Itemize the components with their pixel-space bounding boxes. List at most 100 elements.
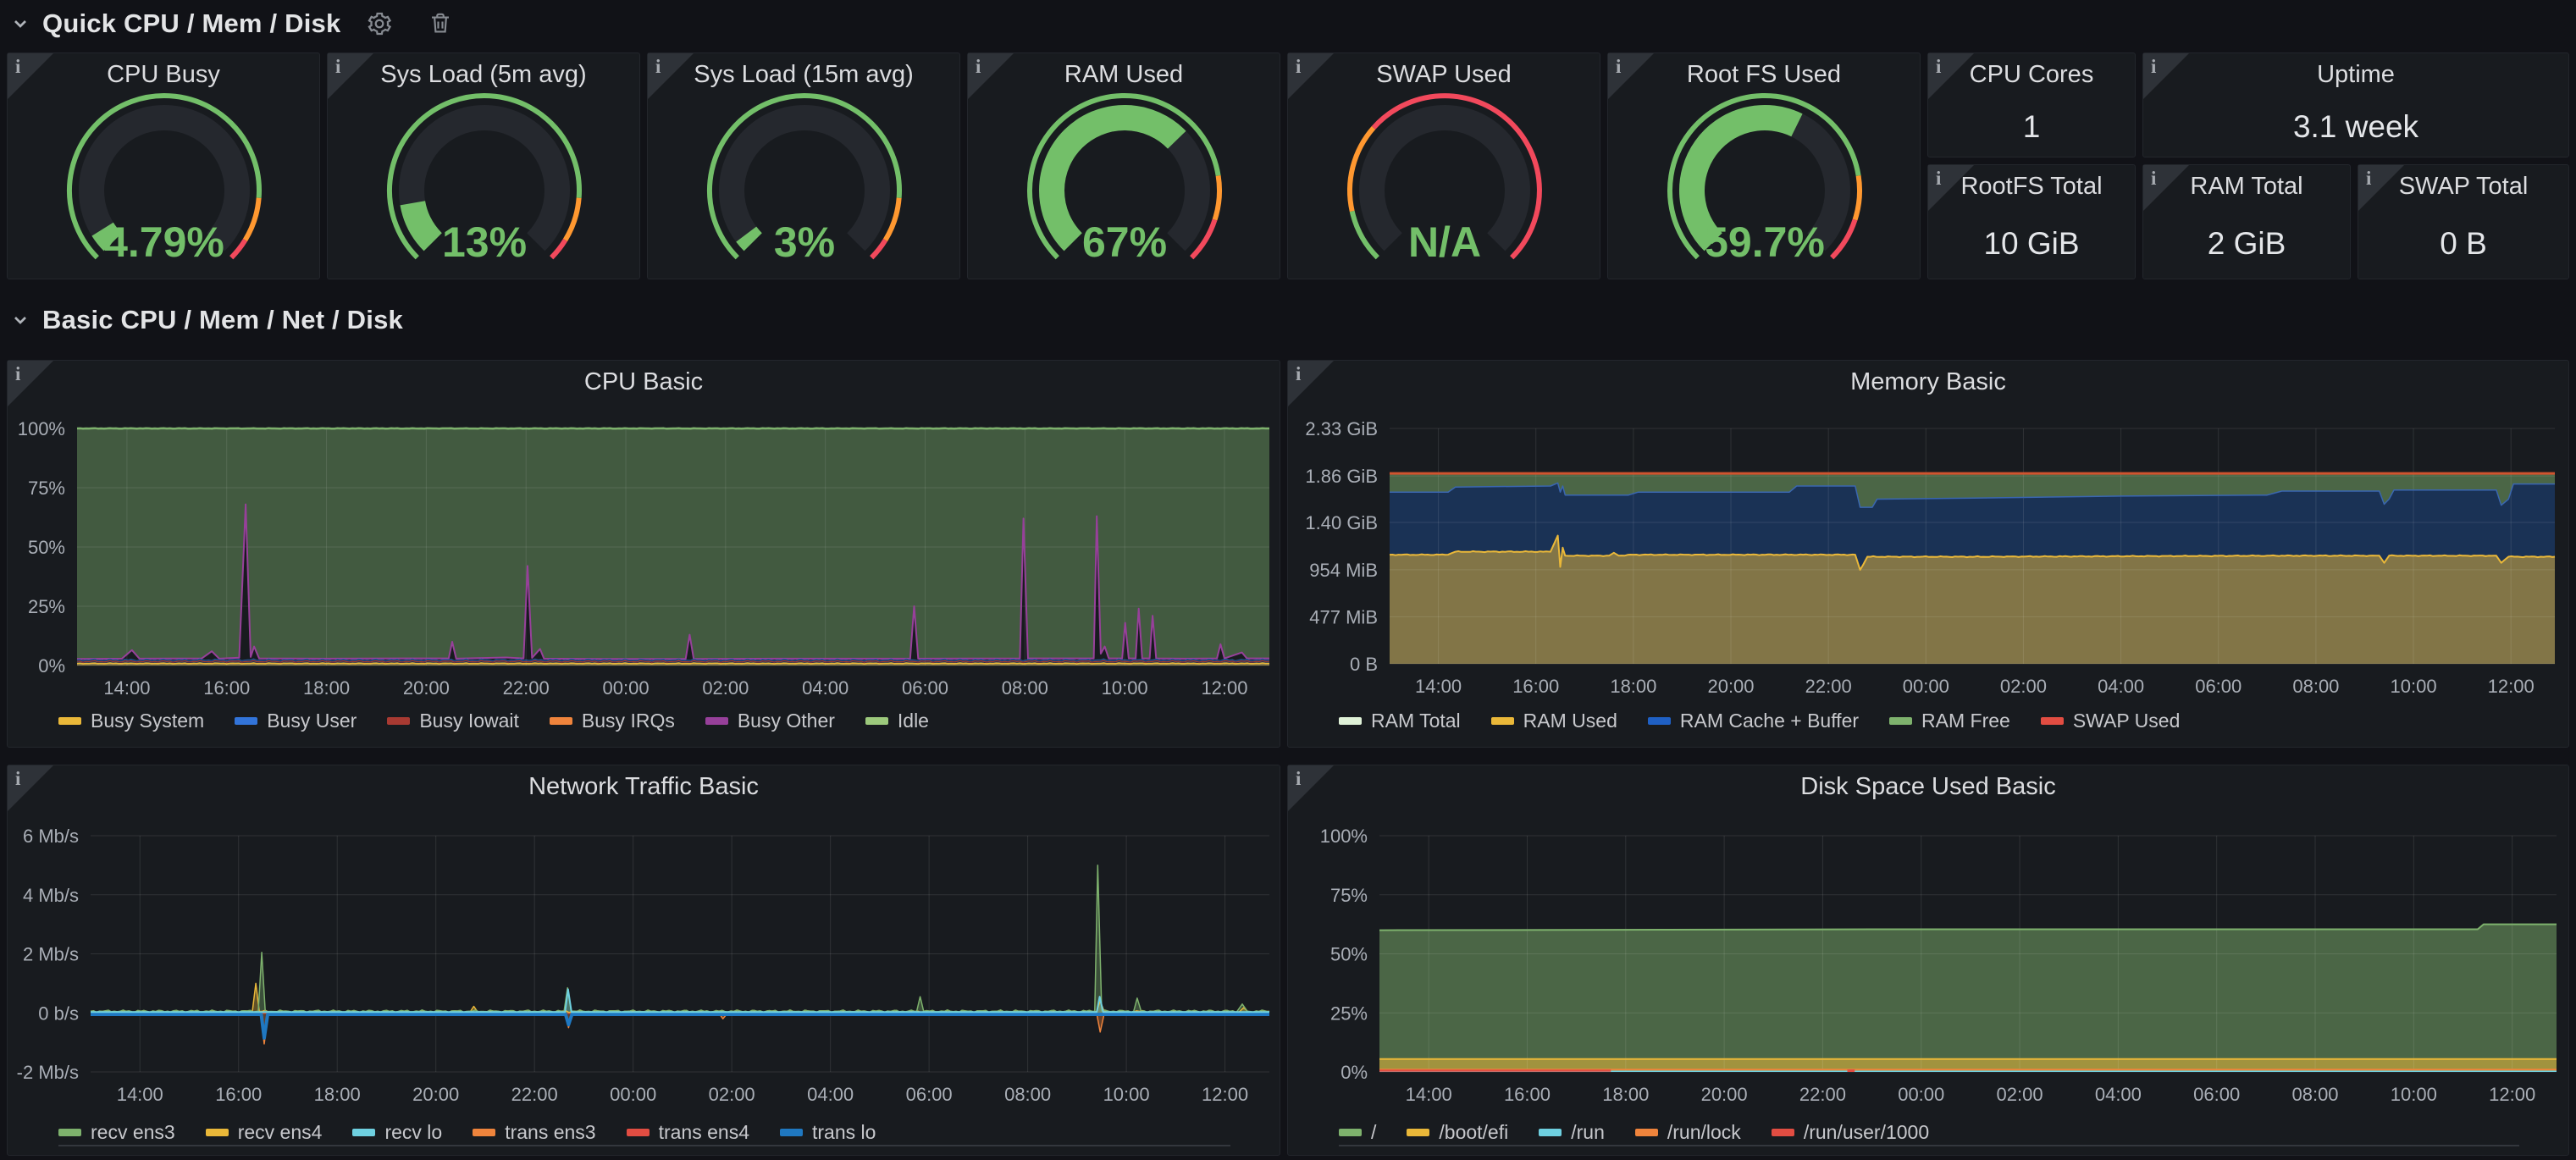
y-axis-label: 0%: [38, 655, 65, 677]
row-title[interactable]: Basic CPU / Mem / Net / Disk: [42, 305, 403, 335]
legend-label: trans ens3: [505, 1121, 595, 1144]
x-axis-label: 06:00: [902, 677, 948, 699]
legend-swatch: [58, 1129, 81, 1136]
x-axis-label: 14:00: [117, 1084, 163, 1105]
legend-label: Idle: [898, 710, 929, 732]
x-axis-label: 20:00: [1707, 676, 1754, 697]
legend-item[interactable]: /run: [1539, 1121, 1605, 1144]
series-recv-lo: [91, 989, 1269, 1012]
chart-canvas[interactable]: 0 B477 MiB954 MiB1.40 GiB1.86 GiB2.33 Gi…: [1288, 361, 2570, 748]
stat-panel-swap-total: iSWAP Total0 B: [2358, 164, 2569, 279]
x-axis-label: 00:00: [1898, 1084, 1944, 1105]
y-axis-label: 25%: [1330, 1003, 1368, 1024]
legend-item[interactable]: Busy User: [235, 710, 357, 732]
legend-item[interactable]: RAM Total: [1339, 710, 1461, 732]
panel-title[interactable]: SWAP Total: [2358, 173, 2568, 201]
chart-canvas[interactable]: 0%25%50%75%100%14:0016:0018:0020:0022:00…: [1288, 765, 2570, 1157]
chart-canvas[interactable]: 0%25%50%75%100%14:0016:0018:0020:0022:00…: [8, 361, 1281, 748]
panel-title[interactable]: RootFS Total: [1928, 173, 2135, 201]
x-axis-label: 16:00: [1512, 676, 1559, 697]
legend-item[interactable]: RAM Cache + Buffer: [1648, 710, 1859, 732]
legend-swatch: [1407, 1129, 1429, 1136]
legend-item[interactable]: trans ens3: [473, 1121, 595, 1144]
legend-label: /run/user/1000: [1804, 1121, 1929, 1144]
x-axis-label: 22:00: [503, 677, 550, 699]
x-axis-label: 08:00: [2291, 1084, 2338, 1105]
trash-icon[interactable]: [423, 7, 457, 41]
legend-item[interactable]: /boot/efi: [1407, 1121, 1508, 1144]
legend-item[interactable]: Busy IRQs: [550, 710, 675, 732]
legend-label: Busy Iowait: [419, 710, 519, 732]
y-axis-label: 1.86 GiB: [1305, 466, 1378, 487]
legend-swatch: [1648, 717, 1671, 725]
legend-item[interactable]: Busy Iowait: [387, 710, 519, 732]
legend-item[interactable]: /: [1339, 1121, 1376, 1144]
legend-swatch: [1491, 717, 1514, 725]
legend-label: /: [1371, 1121, 1376, 1144]
gauge-canvas: 67%: [968, 89, 1281, 279]
series-root-area: [1379, 925, 2557, 1072]
stat-panel-rootfs-total: iRootFS Total10 GiB: [1927, 164, 2136, 279]
legend-item[interactable]: /run/user/1000: [1772, 1121, 1929, 1144]
legend-label: /run/lock: [1667, 1121, 1741, 1144]
x-axis-label: 18:00: [1610, 676, 1656, 697]
legend: / /boot/efi/run/run/lock/run/user/1000: [1339, 1121, 1929, 1144]
gear-icon[interactable]: [362, 7, 396, 41]
y-axis-label: 50%: [1330, 944, 1368, 965]
x-axis-label: 22:00: [1799, 1084, 1846, 1105]
legend-swatch: [1772, 1129, 1794, 1136]
stat-value: 0 B: [2358, 226, 2568, 262]
legend-label: Busy User: [267, 710, 357, 732]
panel-title[interactable]: RAM Total: [2143, 173, 2350, 201]
chart-canvas[interactable]: -2 Mb/s0 b/s2 Mb/s4 Mb/s6 Mb/s14:0016:00…: [8, 765, 1281, 1157]
legend-swatch: [705, 717, 728, 725]
legend-item[interactable]: RAM Used: [1491, 710, 1617, 732]
legend-item[interactable]: trans lo: [780, 1121, 876, 1144]
legend-item[interactable]: /run/lock: [1635, 1121, 1741, 1144]
panel-title[interactable]: Sys Load (15m avg): [648, 61, 959, 89]
chevron-down-icon[interactable]: [10, 310, 30, 330]
legend-item[interactable]: Idle: [865, 710, 929, 732]
legend-item[interactable]: recv ens4: [206, 1121, 323, 1144]
legend-item[interactable]: RAM Free: [1889, 710, 2010, 732]
legend-item[interactable]: Busy System: [58, 710, 204, 732]
legend-swatch: [387, 717, 410, 725]
legend-label: trans lo: [812, 1121, 876, 1144]
row-title[interactable]: Quick CPU / Mem / Disk: [42, 8, 340, 39]
row-header-quick: Quick CPU / Mem / Disk: [0, 2, 457, 46]
x-axis-label: 02:00: [702, 677, 749, 699]
legend-item[interactable]: SWAP Used: [2041, 710, 2181, 732]
panel-title[interactable]: CPU Busy: [8, 61, 319, 89]
row-header-basic: Basic CPU / Mem / Net / Disk: [0, 298, 403, 342]
legend-item[interactable]: trans ens4: [627, 1121, 749, 1144]
x-axis-label: 12:00: [2489, 1084, 2535, 1105]
x-axis-label: 10:00: [1102, 677, 1148, 699]
legend-item[interactable]: recv lo: [352, 1121, 442, 1144]
legend-item[interactable]: recv ens3: [58, 1121, 175, 1144]
y-axis-label: 2.33 GiB: [1305, 418, 1378, 439]
panel-title[interactable]: Root FS Used: [1608, 61, 1920, 89]
panel-title[interactable]: CPU Cores: [1928, 61, 2135, 89]
x-axis-label: 16:00: [1504, 1084, 1551, 1105]
y-axis-label: -2 Mb/s: [17, 1062, 79, 1083]
panel-title[interactable]: Uptime: [2143, 61, 2568, 89]
x-axis-label: 10:00: [2391, 1084, 2437, 1105]
legend-swatch: [1539, 1129, 1562, 1136]
panel-title[interactable]: SWAP Used: [1288, 61, 1600, 89]
chevron-down-icon[interactable]: [10, 14, 30, 34]
x-axis-label: 20:00: [1701, 1084, 1748, 1105]
gauge-panel-ram-used: iRAM Used67%: [967, 52, 1280, 279]
legend-item[interactable]: Busy Other: [705, 710, 835, 732]
x-axis-label: 06:00: [2195, 676, 2242, 697]
x-axis-label: 08:00: [1002, 677, 1048, 699]
y-axis-label: 100%: [18, 418, 65, 439]
panel-title[interactable]: RAM Used: [968, 61, 1280, 89]
legend-label: trans ens4: [659, 1121, 749, 1144]
x-axis-label: 04:00: [2098, 676, 2144, 697]
gauge-panel-root-fs-used: iRoot FS Used59.7%: [1607, 52, 1921, 279]
legend-scrollbar[interactable]: [1339, 1145, 2519, 1146]
legend-label: Busy Other: [738, 710, 835, 732]
legend-scrollbar[interactable]: [58, 1145, 1230, 1146]
panel-title[interactable]: Sys Load (5m avg): [328, 61, 639, 89]
x-axis-label: 18:00: [314, 1084, 361, 1105]
